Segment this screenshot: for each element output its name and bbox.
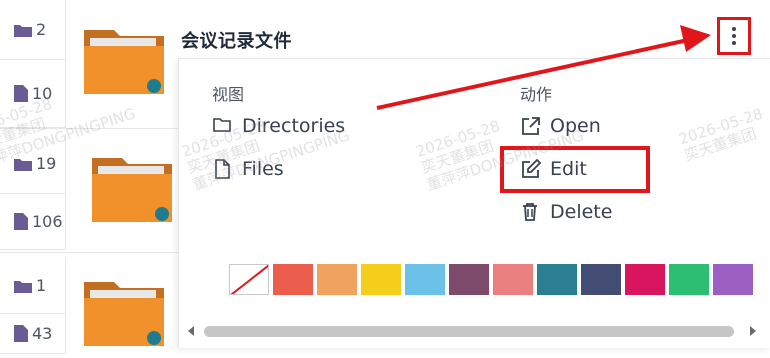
open-menu-item[interactable]: Open xyxy=(520,115,601,137)
folder-thumbnail[interactable] xyxy=(68,258,176,358)
scrollbar-thumb[interactable] xyxy=(204,326,734,337)
color-swatch[interactable] xyxy=(669,264,709,295)
folder-icon xyxy=(14,157,32,171)
scroll-right-arrow-icon[interactable] xyxy=(750,326,756,336)
color-swatch[interactable] xyxy=(361,264,401,295)
files-menu-item[interactable]: Files xyxy=(212,158,284,180)
delete-menu-item[interactable]: Delete xyxy=(520,201,612,223)
folder-list: 2 10 19 106 1 43 xyxy=(0,0,178,358)
dropdown-menu xyxy=(178,58,770,348)
folder-image-icon xyxy=(92,158,172,222)
folder-icon xyxy=(14,23,32,37)
edit-highlight xyxy=(500,146,650,193)
view-section-title: 视图 xyxy=(212,85,245,104)
action-section-title: 动作 xyxy=(520,85,553,104)
color-swatch[interactable] xyxy=(625,264,665,295)
file-outline-icon xyxy=(212,158,234,180)
folder-icon xyxy=(14,279,32,293)
file-icon xyxy=(14,325,28,342)
scroll-left-arrow-icon[interactable] xyxy=(188,326,194,336)
folder-outline-icon xyxy=(212,115,234,137)
directories-menu-item[interactable]: Directories xyxy=(212,115,345,137)
trash-icon xyxy=(520,201,542,223)
folder-thumbnail[interactable] xyxy=(68,134,176,250)
directory-count[interactable]: 19 xyxy=(0,134,66,194)
more-options-button[interactable] xyxy=(717,17,751,55)
color-swatch[interactable] xyxy=(273,264,313,295)
folder-image-icon xyxy=(84,30,164,94)
file-icon xyxy=(14,85,28,102)
folder-thumbnail[interactable] xyxy=(68,8,176,118)
file-count[interactable]: 43 xyxy=(0,314,66,354)
kebab-icon xyxy=(732,27,736,45)
file-count[interactable]: 106 xyxy=(0,194,66,250)
horizontal-scrollbar[interactable] xyxy=(182,320,770,342)
color-swatch[interactable] xyxy=(581,264,621,295)
file-icon xyxy=(14,213,28,230)
color-swatch[interactable] xyxy=(449,264,489,295)
color-swatches xyxy=(229,264,753,295)
folder-image-icon xyxy=(84,282,164,346)
color-swatch[interactable] xyxy=(317,264,357,295)
directory-count[interactable]: 1 xyxy=(0,258,66,314)
card-title: 会议记录文件 xyxy=(181,31,292,52)
color-swatch[interactable] xyxy=(493,264,533,295)
file-count[interactable]: 10 xyxy=(0,60,66,128)
directory-count[interactable]: 2 xyxy=(0,0,66,60)
external-link-icon xyxy=(520,115,542,137)
color-swatch[interactable] xyxy=(537,264,577,295)
no-color-swatch[interactable] xyxy=(229,264,269,295)
color-swatch[interactable] xyxy=(713,264,753,295)
color-swatch[interactable] xyxy=(405,264,445,295)
